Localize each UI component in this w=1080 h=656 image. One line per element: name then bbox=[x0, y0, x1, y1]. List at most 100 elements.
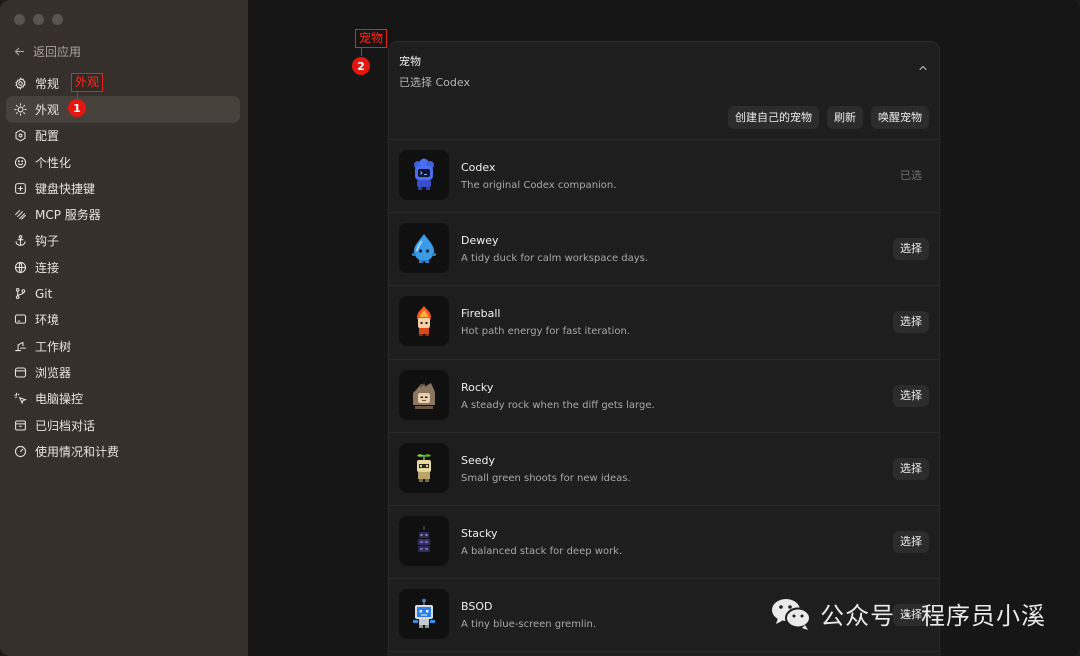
pet-description: A tiny blue-screen gremlin. bbox=[461, 619, 597, 631]
sidebar-item-hooks[interactable]: 钩子 bbox=[6, 228, 240, 254]
pet-name: BSOD bbox=[461, 600, 493, 614]
monitor-icon bbox=[14, 314, 27, 324]
pet-avatar bbox=[399, 442, 449, 493]
zoom-window-button[interactable] bbox=[52, 14, 63, 25]
settings-main: 宠物 2 宠物 已选择 Codex 创建自己的宠物 刷新 唤醒宠物 Codex … bbox=[248, 0, 1080, 656]
sidebar-item-label: 工作树 bbox=[35, 339, 72, 354]
select-pet-button[interactable]: 选择 bbox=[893, 530, 929, 553]
sidebar-item-browser[interactable]: 浏览器 bbox=[6, 359, 240, 385]
sidebar-item-mcp-servers[interactable]: MCP 服务器 bbox=[6, 201, 240, 227]
sidebar: 返回应用 常规 外观 配置 个性化 键盘快捷键 MCP 服务器 钩子 连接 Gi… bbox=[0, 0, 248, 656]
sidebar-item-usage-billing[interactable]: 使用情况和计费 bbox=[6, 438, 240, 464]
pet-selected-button: 已选 bbox=[893, 165, 929, 187]
settings-window: 返回应用 常规 外观 配置 个性化 键盘快捷键 MCP 服务器 钩子 连接 Gi… bbox=[0, 0, 1080, 656]
pet-description: Small green shoots for new ideas. bbox=[461, 472, 631, 484]
pet-description: The original Codex companion. bbox=[461, 180, 617, 191]
anchor-icon bbox=[15, 235, 26, 247]
sidebar-item-label: 外观 bbox=[35, 102, 60, 117]
sidebar-item-label: 环境 bbox=[35, 313, 60, 328]
pet-avatar bbox=[399, 589, 449, 640]
sidebar-item-keyboard-shortcuts[interactable]: 键盘快捷键 bbox=[6, 175, 240, 201]
seedy-pet-icon bbox=[417, 453, 431, 482]
sidebar-item-appearance[interactable]: 外观 bbox=[6, 96, 240, 123]
sidebar-item-label: 使用情况和计费 bbox=[35, 444, 120, 459]
sidebar-item-label: 已归档对话 bbox=[35, 418, 96, 433]
sidebar-item-label: 浏览器 bbox=[35, 365, 72, 380]
codex-pet-icon bbox=[414, 158, 434, 190]
minimize-window-button[interactable] bbox=[33, 14, 44, 25]
sidebar-item-general[interactable]: 常规 bbox=[6, 70, 240, 96]
wechat-watermark: 公众号 · 程序员小溪 bbox=[770, 596, 1046, 631]
pet-description: A tidy duck for calm workspace days. bbox=[461, 253, 649, 265]
pets-title: 宠物 bbox=[399, 55, 421, 68]
pet-name: Codex bbox=[461, 161, 496, 174]
select-pet-button[interactable]: 选择 bbox=[893, 457, 929, 480]
pet-name: Rocky bbox=[461, 380, 494, 394]
sidebar-item-label: 配置 bbox=[35, 129, 60, 144]
pet-row-seedy: Seedy Small green shoots for new ideas. … bbox=[389, 433, 939, 506]
gear-icon bbox=[15, 76, 26, 90]
rocky-pet-icon bbox=[413, 382, 435, 409]
sidebar-item-git[interactable]: Git bbox=[6, 280, 240, 306]
config-icon bbox=[15, 129, 26, 142]
pet-row-dewey: Dewey A tidy duck for calm workspace day… bbox=[389, 213, 939, 287]
smile-icon bbox=[14, 156, 27, 168]
pet-description: A balanced stack for deep work. bbox=[461, 545, 623, 557]
sidebar-item-label: 连接 bbox=[35, 260, 60, 275]
pet-list: Codex The original Codex companion. 已选 D… bbox=[389, 140, 939, 653]
sidebar-item-label: 个性化 bbox=[35, 155, 72, 170]
select-pet-button[interactable]: 选择 bbox=[893, 384, 929, 407]
window-controls bbox=[14, 14, 63, 25]
sidebar-item-personalization[interactable]: 个性化 bbox=[6, 149, 240, 175]
create-pet-button[interactable]: 创建自己的宠物 bbox=[728, 106, 819, 129]
close-window-button[interactable] bbox=[14, 14, 25, 25]
wake-pet-button[interactable]: 唤醒宠物 bbox=[871, 106, 929, 129]
sidebar-item-worktree[interactable]: 工作树 bbox=[6, 333, 240, 359]
annotation-number: 2 bbox=[352, 57, 370, 75]
sidebar-item-config[interactable]: 配置 bbox=[6, 123, 240, 149]
chevron-up-icon[interactable] bbox=[917, 62, 929, 74]
pets-header: 宠物 已选择 Codex bbox=[399, 53, 470, 90]
pets-card: 宠物 已选择 Codex 创建自己的宠物 刷新 唤醒宠物 Codex The o… bbox=[388, 41, 940, 656]
pet-name: Dewey bbox=[461, 234, 499, 248]
watermark-text: 公众号 · 程序员小溪 bbox=[820, 602, 1046, 630]
bsod-pet-icon bbox=[413, 598, 435, 629]
sidebar-item-label: 键盘快捷键 bbox=[35, 181, 96, 196]
refresh-button[interactable]: 刷新 bbox=[827, 106, 863, 129]
pet-description: A steady rock when the diff gets large. bbox=[461, 399, 655, 411]
sidebar-item-label: MCP 服务器 bbox=[35, 208, 101, 223]
pet-avatar bbox=[399, 296, 449, 347]
pet-row-fireball: Fireball Hot path energy for fast iterat… bbox=[389, 286, 939, 360]
annotation-connector bbox=[361, 48, 362, 56]
keyboard-icon bbox=[15, 182, 26, 194]
browser-icon bbox=[14, 367, 27, 378]
select-pet-button[interactable]: 选择 bbox=[893, 311, 929, 334]
pet-row-stacky: Stacky A balanced stack for deep work. 选… bbox=[389, 506, 939, 580]
back-to-app-link[interactable]: 返回应用 bbox=[13, 43, 81, 60]
select-pet-button[interactable]: 选择 bbox=[893, 238, 929, 261]
sidebar-item-environment[interactable]: 环境 bbox=[6, 307, 240, 333]
back-label: 返回应用 bbox=[33, 45, 82, 59]
sidebar-item-computer-use[interactable]: 电脑操控 bbox=[6, 386, 240, 412]
wechat-logo-icon bbox=[772, 598, 812, 630]
pet-name: Seedy bbox=[461, 453, 496, 467]
sidebar-item-connections[interactable]: 连接 bbox=[6, 254, 240, 280]
pet-row-rocky: Rocky A steady rock when the diff gets l… bbox=[389, 360, 939, 433]
stacky-pet-icon bbox=[418, 525, 430, 552]
arrow-left-icon bbox=[14, 47, 25, 56]
sidebar-item-archived-chats[interactable]: 已归档对话 bbox=[6, 412, 240, 438]
pet-name: Stacky bbox=[461, 526, 498, 540]
annotation-number: 1 bbox=[68, 99, 86, 117]
sidebar-item-label: 常规 bbox=[35, 76, 60, 91]
settings-nav: 常规 外观 配置 个性化 键盘快捷键 MCP 服务器 钩子 连接 Git 环境 … bbox=[6, 70, 240, 464]
pet-avatar bbox=[399, 223, 449, 274]
mcp-icon bbox=[15, 210, 26, 220]
git-branch-icon bbox=[15, 288, 26, 299]
annotation-label: 外观 bbox=[71, 73, 104, 92]
pets-selected-status: 已选择 Codex bbox=[399, 76, 470, 89]
pet-avatar bbox=[399, 515, 449, 566]
archive-icon bbox=[15, 420, 26, 430]
globe-icon bbox=[14, 261, 27, 273]
pet-description: Hot path energy for fast iteration. bbox=[461, 326, 630, 338]
cursor-click-icon bbox=[14, 392, 27, 405]
